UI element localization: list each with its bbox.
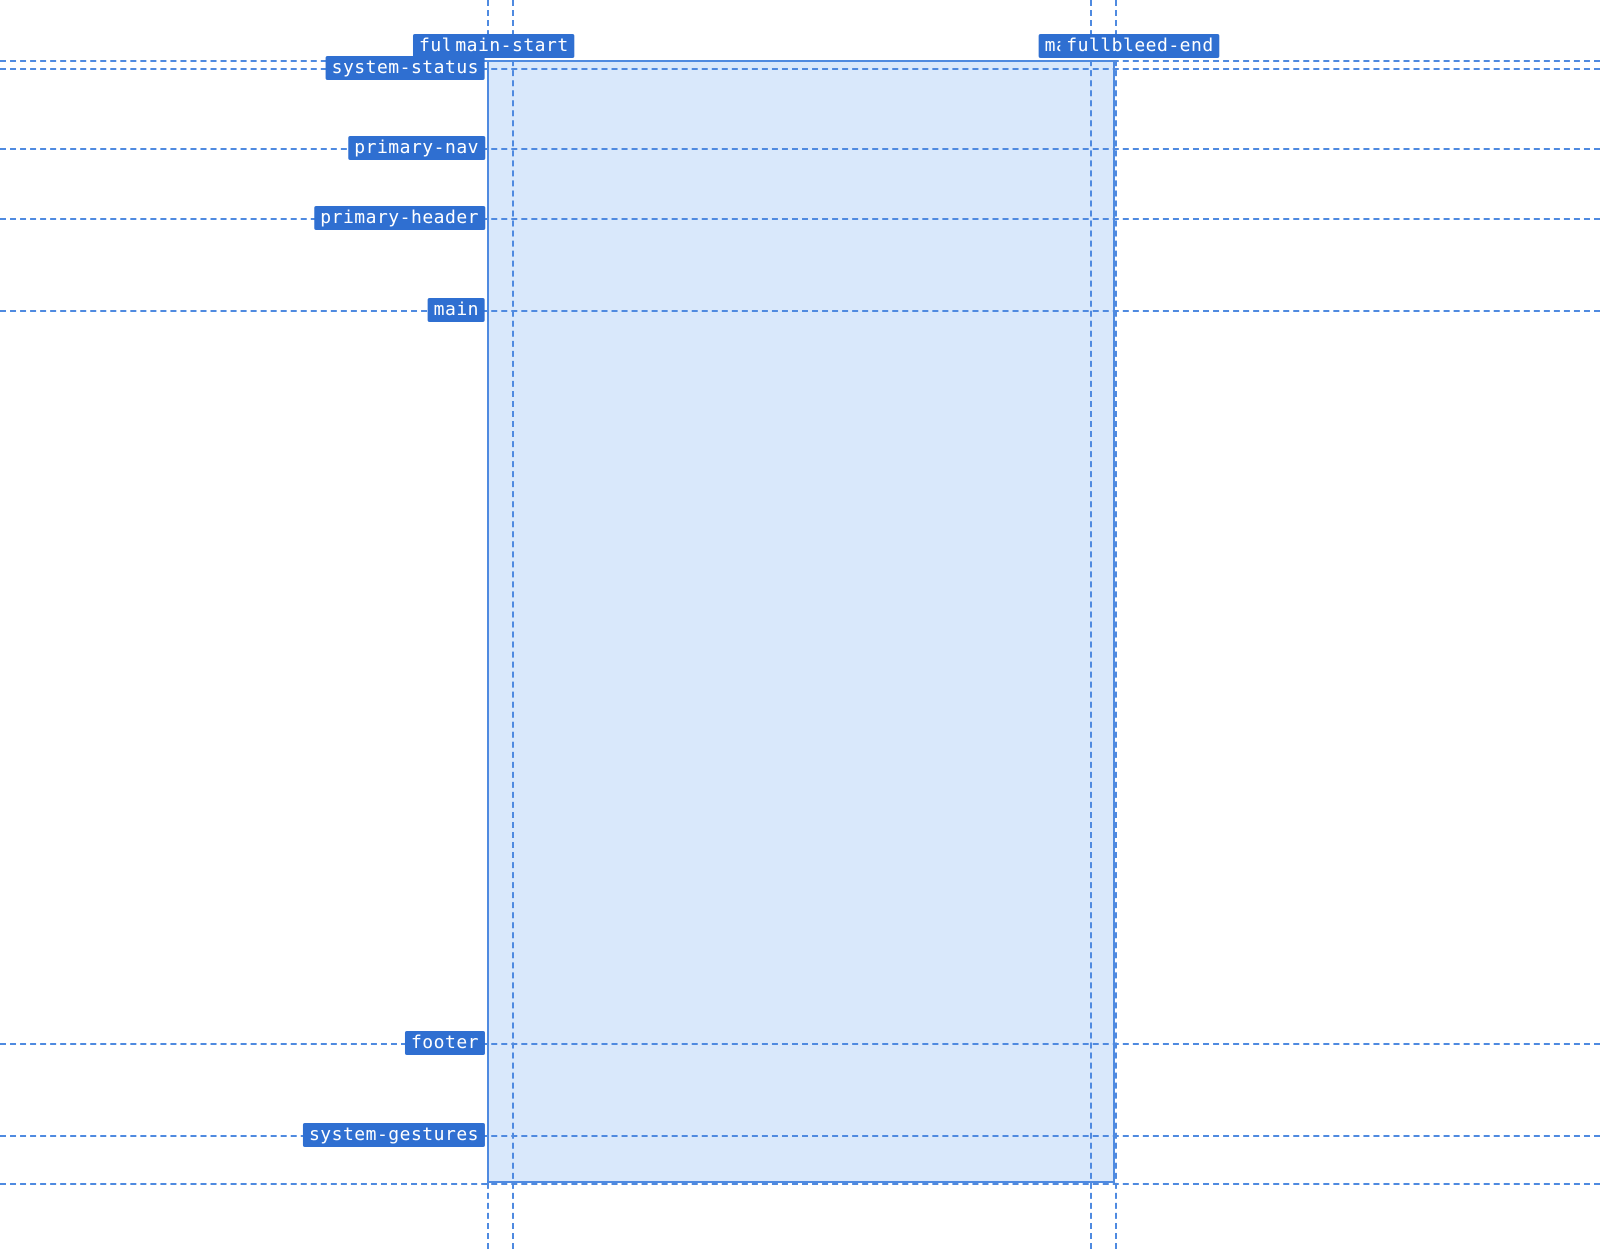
col-line-main-start [512, 0, 514, 1249]
col-line-fullbleed-end [1115, 0, 1117, 1249]
row-line-top [0, 60, 1600, 62]
row-label-system-status: system-status [326, 56, 485, 80]
col-label-main-start: main-start [449, 34, 574, 58]
col-line-fullbleed [487, 0, 489, 1249]
row-label-primary-header: primary-header [314, 206, 485, 230]
grid-highlight [487, 60, 1115, 1183]
row-label-system-gestures: system-gestures [303, 1123, 485, 1147]
col-line-main-end [1090, 0, 1092, 1249]
row-line-footer [0, 1043, 1600, 1045]
row-line-system-status [0, 68, 1600, 70]
row-line-system-gestures [0, 1135, 1600, 1137]
row-label-footer: footer [405, 1031, 485, 1055]
row-line-main [0, 310, 1600, 312]
row-label-main: main [428, 298, 485, 322]
col-label-fullbleed-end: fullbleed-end [1060, 34, 1219, 58]
row-line-bottom [0, 1183, 1600, 1185]
row-line-primary-header [0, 218, 1600, 220]
row-label-primary-nav: primary-nav [348, 136, 485, 160]
row-line-primary-nav [0, 148, 1600, 150]
